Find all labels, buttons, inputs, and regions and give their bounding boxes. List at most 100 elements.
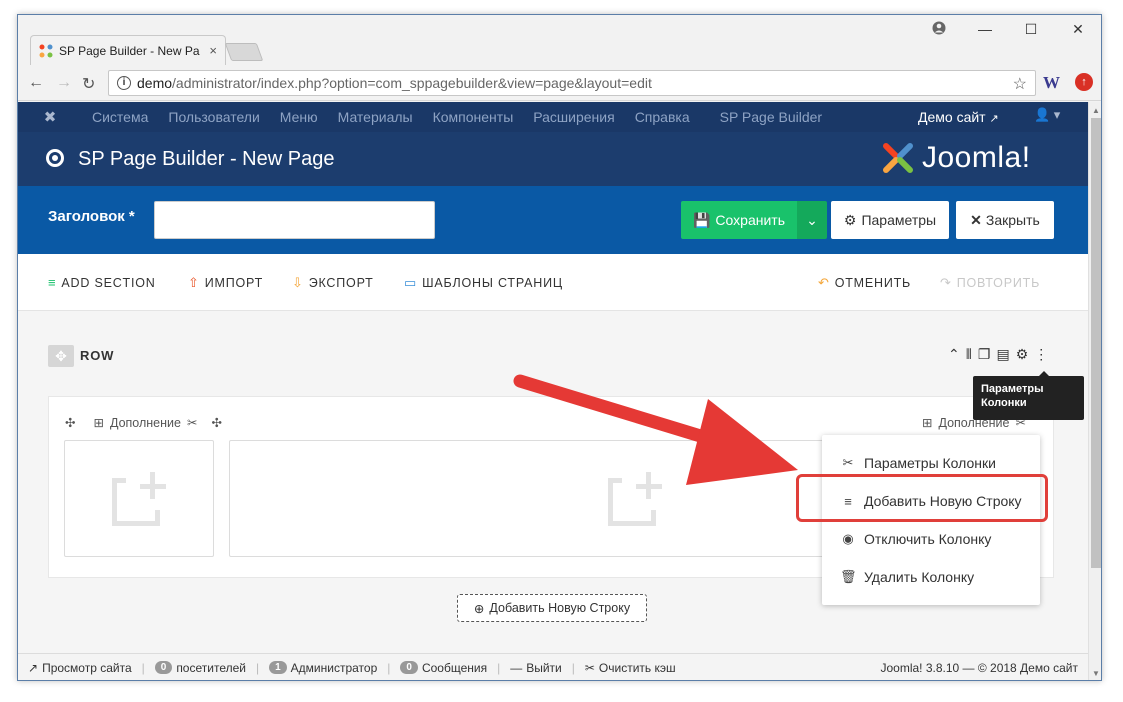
clear-cache-label: Очистить кэш [598,660,676,675]
column-move-icon[interactable]: ✣ [65,415,75,430]
add-section-button[interactable]: ≡ ADD SECTION [48,275,156,290]
upload-extension-icon[interactable]: ↑ [1075,73,1093,91]
back-arrow-icon[interactable]: ← [28,74,44,92]
row-settings-gear-icon[interactable]: ⚙ [1016,346,1029,363]
menu-delete-column[interactable]: 🗑 Удалить Колонку [840,569,974,585]
page-title: SP Page Builder - New Page [78,148,335,170]
browser-window: SP Page Builder - New Pa × — ☐ ✕ ← → ↻ i… [17,14,1102,681]
messages-label: Сообщения [421,660,488,675]
maximize-icon[interactable]: ☐ [1016,21,1046,38]
menu-item-sp-page-builder[interactable]: SP Page Builder [710,109,832,125]
scroll-up-icon[interactable]: ▲ [1092,106,1100,115]
duplicate-icon[interactable]: ❐ [978,346,991,363]
preview-site-label: Просмотр сайта [42,660,132,675]
undo-button[interactable]: ↶ ОТМЕНИТЬ [818,275,911,291]
column-move-icon-2[interactable]: ✣ [211,415,221,430]
add-new-row-button[interactable]: ⊕ Добавить Новую Строку [457,594,647,622]
tooltip-line-2: Колонки [981,397,1027,409]
add-section-label: ADD SECTION [61,275,156,290]
tooltip-line-1: Параметры [981,383,1044,395]
page-viewport: ✖ Система Пользователи Меню Материалы Ко… [18,102,1088,665]
reload-icon[interactable]: ↻ [82,74,95,94]
scroll-down-icon[interactable]: ▼ [1092,669,1100,678]
add-addon-icon[interactable]: ⊞ [93,415,103,430]
user-menu-icon[interactable]: 👤 ▾ [1034,107,1060,123]
admin-status-bar: ↗ Просмотр сайта | 0 посетителей | 1 Админи… [18,653,1088,680]
gear-icon: ⚙ [843,211,857,228]
admins-label: Администратор [290,660,378,675]
site-link[interactable]: Демо сайт ↗ [918,109,999,125]
add-addon-large-icon [112,472,168,526]
admins-link[interactable]: 1 Администратор [269,661,387,675]
divider: | [141,660,145,675]
redo-button[interactable]: ↷ ПОВТОРИТЬ [940,275,1040,291]
menu-item-system[interactable]: Система [82,109,158,125]
save-dropdown-button[interactable]: ⌄ [797,201,827,239]
builder-action-bar: ≡ ADD SECTION ⇧ ИМПОРТ ⇩ ЭКСПОРТ ▭ ШАБЛОНЫ С… [18,254,1088,311]
add-addon-icon-2[interactable]: ⊞ [922,415,932,430]
joomla-menu-icon[interactable]: ✖ [18,108,82,126]
clear-cache-link[interactable]: ✂ Очистить кэш [585,661,686,675]
menu-item-help[interactable]: Справка [625,109,700,125]
row-move-handle-icon[interactable]: ✥ [48,345,74,367]
tab-title: SP Page Builder - New Pa [59,43,200,58]
column-options-icon[interactable]: ✂ [187,415,197,430]
visitors-link[interactable]: 0 посетителей [154,661,256,675]
version-text: Joomla! 3.8.10 — © 2018 Демо сайт [880,661,1078,675]
menu-item-users[interactable]: Пользователи [158,109,269,125]
window-close-icon[interactable]: ✕ [1063,21,1093,38]
import-label: ИМПОРТ [204,276,264,290]
joomla-logo-text: Joomla! [922,141,1031,174]
new-tab-button[interactable] [224,43,264,61]
wrench-icon: ✂ [842,455,854,470]
menu-item-content[interactable]: Материалы [328,109,423,125]
bookmark-star-icon[interactable]: ☆ [1013,74,1027,94]
page-templates-button[interactable]: ▭ ШАБЛОНЫ СТРАНИЦ [404,275,563,291]
params-button[interactable]: ⚙ Параметры [831,201,949,239]
templates-icon: ▭ [404,275,418,290]
column-1-dropzone[interactable] [64,440,214,557]
more-vertical-icon[interactable]: ⋮ [1034,346,1048,363]
forward-arrow-icon[interactable]: → [56,74,72,92]
collapse-icon[interactable]: ⌃ [948,346,960,363]
minimize-icon[interactable]: — [970,21,1000,37]
menu-column-settings[interactable]: ✂ Параметры Колонки [840,455,996,471]
menu-item-menus[interactable]: Меню [270,109,328,125]
wiki-extension-icon[interactable]: W [1043,73,1060,93]
profile-icon[interactable] [924,21,954,38]
import-icon: ⇧ [188,275,200,290]
external-link-icon-2: ↗ [28,660,39,675]
save-row-icon[interactable]: ▤ [996,346,1009,363]
scroll-thumb[interactable] [1091,118,1101,568]
column-1-addon-label[interactable]: Дополнение [110,416,181,430]
menu-disable-column[interactable]: ◉ Отключить Колонку [840,531,991,547]
site-info-icon[interactable]: i [117,76,131,90]
joomla-logo: Joomla! [880,140,1031,176]
title-input[interactable] [154,201,435,239]
add-section-icon: ≡ [48,275,57,290]
save-button[interactable]: 💾 Сохранить [681,201,797,239]
messages-link[interactable]: 0 Сообщения [400,661,497,675]
admins-badge: 1 [269,661,287,674]
url-bar[interactable]: i demo/administrator/index.php?option=co… [108,70,1036,96]
menu-disable-column-label: Отключить Колонку [864,531,992,547]
row-tools: ⌃ ⦀ ❐ ▤ ⚙ ⋮ [948,346,1048,363]
url-path: /administrator/index.php?option=com_sppa… [172,75,652,91]
menu-item-extensions[interactable]: Расширения [523,109,624,125]
preview-site-link[interactable]: ↗ Просмотр сайта [28,661,142,675]
import-button[interactable]: ⇧ ИМПОРТ [188,275,263,291]
chevron-down-icon: ⌄ [806,211,818,228]
menu-item-components[interactable]: Компоненты [423,109,524,125]
browser-tab[interactable]: SP Page Builder - New Pa × [30,35,226,65]
export-button[interactable]: ⇩ ЭКСПОРТ [292,275,374,291]
divider: | [387,660,391,675]
highlight-box [796,474,1048,522]
tab-close-icon[interactable]: × [209,43,217,58]
logout-link[interactable]: — Выйти [510,661,572,675]
annotation-arrow-icon [513,374,798,485]
page-templates-label: ШАБЛОНЫ СТРАНИЦ [422,276,563,290]
vertical-scrollbar[interactable]: ▲ ▼ [1088,102,1101,680]
close-button[interactable]: ✕ Закрыть [956,201,1054,239]
columns-icon[interactable]: ⦀ [966,346,972,363]
eye-slash-icon: ◉ [842,531,854,546]
